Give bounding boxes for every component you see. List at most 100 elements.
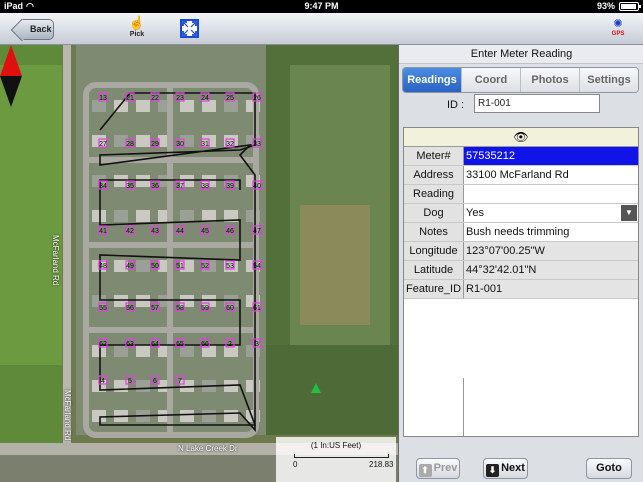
meter-marker[interactable]: 24 — [200, 92, 210, 102]
meter-marker[interactable]: 47 — [252, 225, 262, 235]
meter-marker[interactable]: 55 — [98, 302, 108, 312]
dog-select[interactable]: Yes ▼ — [464, 204, 638, 222]
house-roof — [136, 135, 150, 147]
meter-marker[interactable]: 42 — [125, 225, 135, 235]
meter-marker-label: 28 — [126, 141, 134, 148]
meter-marker-label: 63 — [126, 341, 134, 348]
meter-marker[interactable]: 25 — [225, 92, 235, 102]
tab-coord[interactable]: Coord — [461, 68, 520, 92]
next-label: Next — [501, 462, 525, 474]
meter-marker-label: 46 — [226, 228, 234, 235]
meter-marker[interactable]: 64 — [150, 338, 160, 348]
meter-marker[interactable]: 29 — [150, 138, 160, 148]
satellite-icon: ✺ — [613, 18, 623, 30]
meter-marker[interactable]: 41 — [98, 225, 108, 235]
id-field[interactable]: R1-001 — [474, 94, 600, 113]
back-button[interactable]: Back — [22, 19, 54, 40]
meter-marker[interactable]: 54 — [252, 260, 262, 270]
house-roof — [180, 210, 194, 222]
meter-marker[interactable]: 13 — [98, 92, 108, 102]
meter-marker[interactable]: 36 — [150, 180, 160, 190]
prev-button[interactable]: ⬆ Prev — [416, 458, 460, 479]
reading-field[interactable] — [464, 185, 638, 203]
meter-marker[interactable]: 59 — [200, 302, 210, 312]
meter-marker[interactable]: 66 — [200, 338, 210, 348]
meter-marker[interactable]: 26 — [252, 92, 262, 102]
meter-marker-label: 53 — [226, 263, 234, 270]
meter-marker[interactable]: 23 — [175, 92, 185, 102]
house-roof — [136, 295, 150, 307]
battery-percent: 93% — [596, 1, 615, 11]
meter-number-field[interactable]: 57535212 — [464, 147, 638, 165]
gps-button[interactable]: ✺ GPS — [608, 18, 628, 42]
meter-marker[interactable]: 33 — [252, 138, 262, 148]
meter-marker[interactable]: 43 — [150, 225, 160, 235]
table-empty-area — [404, 378, 464, 436]
street-label: McFarland Rd — [63, 390, 72, 441]
tab-readings[interactable]: Readings — [403, 68, 461, 92]
meter-marker[interactable]: 27 — [98, 138, 108, 148]
map-view[interactable]: 13 21 22 23 24 25 26 27 28 29 30 31 32 33 34 35 36 37 38 39… — [0, 45, 398, 482]
field-key-feature-id: Feature_ID — [404, 280, 464, 298]
meter-marker[interactable]: 34 — [98, 180, 108, 190]
meter-marker-label: 34 — [99, 183, 107, 190]
meter-marker-label: 35 — [126, 183, 134, 190]
goto-button[interactable]: Goto — [586, 458, 632, 479]
field-key-meter: Meter# — [404, 147, 464, 165]
meter-marker[interactable]: 50 — [150, 260, 160, 270]
meter-marker[interactable]: 56 — [125, 302, 135, 312]
meter-marker[interactable]: 51 — [175, 260, 185, 270]
meter-marker[interactable]: 39 — [225, 180, 235, 190]
meter-marker[interactable]: 37 — [175, 180, 185, 190]
meter-marker[interactable]: 60 — [225, 302, 235, 312]
meter-marker[interactable]: 61 — [252, 302, 262, 312]
meter-marker[interactable]: 63 — [125, 338, 135, 348]
house-roof — [136, 260, 150, 272]
meter-marker-label: 64 — [151, 341, 159, 348]
meter-marker[interactable]: 31 — [200, 138, 210, 148]
meter-marker[interactable]: 48 — [98, 260, 108, 270]
meter-marker[interactable]: 53 — [225, 260, 235, 270]
meter-marker[interactable]: 46 — [225, 225, 235, 235]
house-roof — [114, 210, 128, 222]
pick-button[interactable]: ☝ Pick — [126, 16, 148, 43]
meter-marker-label: 29 — [151, 141, 159, 148]
meter-marker-label: 5 — [128, 378, 132, 385]
zoom-extent-icon — [182, 21, 197, 36]
meter-marker[interactable]: 22 — [150, 92, 160, 102]
meter-marker-label: 52 — [201, 263, 209, 270]
table-row: Dog Yes ▼ — [404, 204, 638, 223]
meter-marker[interactable]: 44 — [175, 225, 185, 235]
meter-marker[interactable]: 65 — [175, 338, 185, 348]
meter-marker[interactable]: 58 — [175, 302, 185, 312]
address-field[interactable]: 33100 McFarland Rd — [464, 166, 638, 184]
meter-marker[interactable]: 40 — [252, 180, 262, 190]
meter-marker[interactable]: 62 — [98, 338, 108, 348]
meter-marker[interactable]: 52 — [200, 260, 210, 270]
meter-marker-label: 60 — [226, 305, 234, 312]
meter-marker[interactable]: 45 — [200, 225, 210, 235]
meter-marker[interactable]: 30 — [175, 138, 185, 148]
meter-marker-label: 61 — [253, 305, 261, 312]
table-row: Notes Bush needs trimming — [404, 223, 638, 242]
scale-max: 218.83 — [369, 460, 394, 469]
zoom-extent-button[interactable] — [180, 19, 199, 38]
meter-reading-panel: Enter Meter Reading Readings Coord Photo… — [398, 45, 643, 482]
meter-marker-label: 47 — [253, 228, 261, 235]
meter-marker[interactable]: 21 — [125, 92, 135, 102]
meter-marker-label: 32 — [226, 141, 234, 148]
meter-marker-label: 22 — [151, 95, 159, 102]
meter-marker[interactable]: 28 — [125, 138, 135, 148]
tab-settings[interactable]: Settings — [579, 68, 638, 92]
meter-marker[interactable]: 57 — [150, 302, 160, 312]
next-button[interactable]: ⬇ Next — [483, 458, 528, 479]
meter-marker[interactable]: 32 — [225, 138, 235, 148]
tab-photos[interactable]: Photos — [520, 68, 579, 92]
meter-marker[interactable]: 49 — [125, 260, 135, 270]
meter-marker[interactable]: 35 — [125, 180, 135, 190]
notes-field[interactable]: Bush needs trimming — [464, 223, 638, 241]
meter-marker[interactable]: 38 — [200, 180, 210, 190]
chevron-down-icon[interactable]: ▼ — [621, 205, 637, 221]
meter-marker-label: 49 — [126, 263, 134, 270]
eye-icon[interactable]: 👁 — [513, 130, 528, 144]
